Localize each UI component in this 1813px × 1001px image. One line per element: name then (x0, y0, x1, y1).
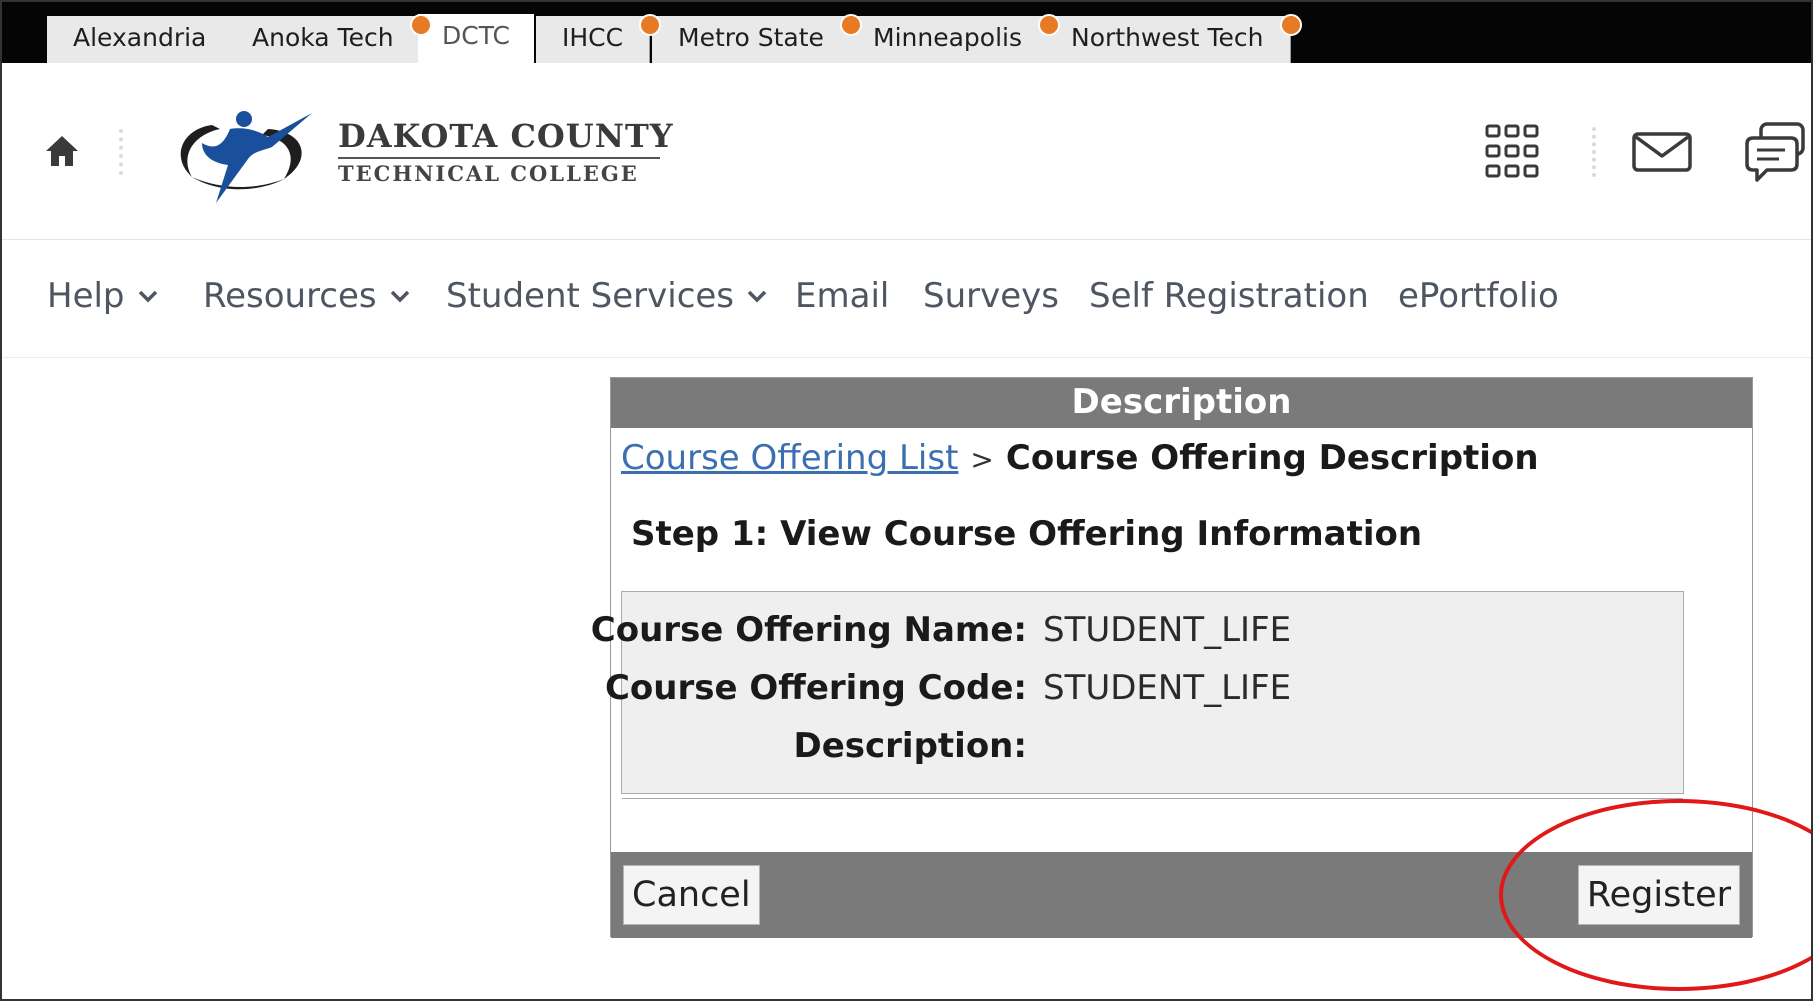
chevron-down-icon (138, 290, 157, 303)
nav-self-registration[interactable]: Self Registration (1089, 276, 1369, 316)
nav-email[interactable]: Email (795, 276, 889, 316)
nav-label: Resources (203, 276, 377, 316)
tab-label: IHCC (562, 23, 624, 52)
field-label: Description: (793, 726, 1027, 766)
main-navigation: Help Resources Student Services Email Su… (2, 240, 1811, 358)
nav-label: Student Services (446, 276, 735, 316)
home-icon (46, 136, 78, 166)
breadcrumb: Course Offering List > Course Offering Des… (621, 438, 1539, 478)
nav-label: Surveys (923, 276, 1059, 316)
field-label: Course Offering Code: (604, 668, 1027, 708)
nav-student-services[interactable]: Student Services (446, 276, 768, 316)
tab-label: Northwest Tech (1071, 23, 1264, 52)
register-button[interactable]: Register (1577, 865, 1740, 925)
field-label: Course Offering Name: (590, 610, 1027, 650)
panel-footer: Cancel Register (611, 852, 1752, 938)
apps-launcher-button[interactable] (1482, 121, 1542, 181)
nav-eportfolio[interactable]: ePortfolio (1398, 276, 1559, 316)
notification-dot-icon (1279, 14, 1302, 36)
chevron-down-icon (747, 290, 767, 303)
nav-resources[interactable]: Resources (203, 276, 411, 316)
tab-label: Anoka Tech (252, 23, 394, 52)
tab-alexandria[interactable]: Alexandria (47, 16, 234, 63)
chat-icon (1745, 122, 1805, 182)
browser-frame: Alexandria Anoka Tech DCTC IHCC Metro St… (0, 0, 1813, 1001)
notification-dot-icon (639, 14, 662, 36)
mail-icon (1632, 132, 1692, 172)
chat-button[interactable] (1744, 121, 1808, 185)
cancel-button[interactable]: Cancel (623, 865, 760, 925)
tab-minneapolis[interactable]: Minneapolis (847, 14, 1060, 63)
email-button[interactable] (1630, 129, 1694, 175)
institution-tab-bar: Alexandria Anoka Tech DCTC IHCC Metro St… (2, 2, 1811, 63)
field-value: STUDENT_LIFE (1043, 668, 1292, 708)
tab-ihcc[interactable]: IHCC (536, 14, 662, 63)
header-divider (119, 129, 123, 175)
tab-dctc[interactable]: DCTC (418, 14, 534, 63)
college-logo[interactable]: DAKOTA COUNTY TECHNICAL COLLEGE (172, 107, 674, 217)
nav-label: Email (795, 276, 890, 316)
course-info-box: Course Offering Name: STUDENT_LIFE Cours… (591, 591, 1684, 799)
nav-label: Help (47, 276, 125, 316)
tab-label: DCTC (442, 21, 510, 50)
site-header: DAKOTA COUNTY TECHNICAL COLLEGE (2, 63, 1811, 240)
waffle-grid-icon (1485, 124, 1539, 178)
notification-dot-icon (409, 14, 432, 36)
field-value: STUDENT_LIFE (1043, 610, 1292, 650)
tab-northwest-tech[interactable]: Northwest Tech (1045, 14, 1302, 63)
home-button[interactable] (42, 131, 82, 171)
logo-rule (338, 157, 660, 159)
nav-help[interactable]: Help (47, 276, 159, 316)
course-offering-list-link[interactable]: Course Offering List (621, 438, 958, 478)
logo-title: DAKOTA COUNTY (338, 117, 674, 155)
nav-label: Self Registration (1089, 276, 1369, 316)
notification-dot-icon (839, 14, 862, 36)
tab-anoka-tech[interactable]: Anoka Tech (226, 14, 432, 63)
step-title: Step 1: View Course Offering Information (631, 514, 1423, 554)
nav-label: ePortfolio (1398, 276, 1559, 316)
panel-header: Description (611, 378, 1752, 428)
logo-subtitle: TECHNICAL COLLEGE (338, 161, 639, 186)
logo-emblem-icon (180, 111, 312, 203)
tab-label: Minneapolis (873, 23, 1022, 52)
notification-dot-icon (1038, 14, 1060, 36)
breadcrumb-separator: > (970, 443, 994, 476)
header-divider (1592, 127, 1596, 177)
tab-label: Metro State (678, 23, 824, 52)
tab-label: Alexandria (73, 23, 207, 52)
tab-metro-state[interactable]: Metro State (652, 14, 862, 63)
chevron-down-icon (390, 290, 409, 303)
course-offering-panel: Description Course Offering List > Course … (591, 377, 1753, 938)
nav-surveys[interactable]: Surveys (923, 276, 1059, 316)
breadcrumb-current: Course Offering Description (1005, 438, 1539, 478)
